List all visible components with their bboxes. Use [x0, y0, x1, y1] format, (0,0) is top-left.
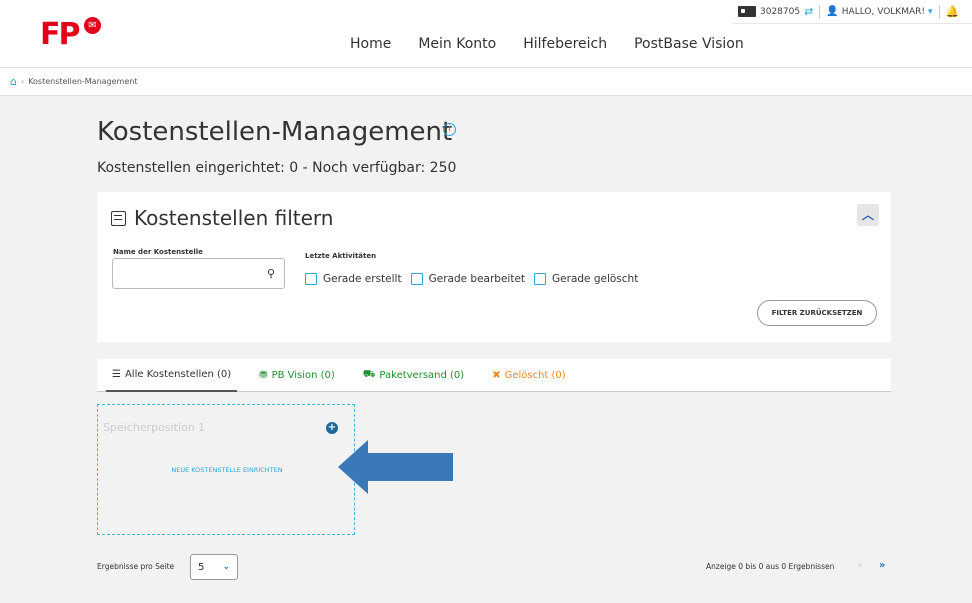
collapse-button[interactable]: ︿ [857, 204, 879, 226]
checkbox-gerade-bearbeitet[interactable] [410, 273, 423, 285]
previous-page-icon[interactable]: « [857, 560, 863, 571]
tab-alle-kostenstellen[interactable]: ☰ Alle Kostenstellen (0) [106, 359, 238, 392]
page-subtitle: Kostenstellen eingerichtet: 0 - Noch ver… [97, 160, 457, 176]
truck-icon: ⛟ [362, 368, 376, 380]
search-icon[interactable]: ⚲ [267, 267, 275, 280]
slot-title: Speicherposition 1 [103, 421, 206, 434]
page-title: Kostenstellen-Management [97, 117, 453, 147]
bell-icon[interactable]: 🔔 [946, 5, 960, 18]
checkbox-label[interactable]: Gerade erstellt [323, 273, 402, 285]
results-per-page-label: Ergebnisse pro Seite [97, 562, 175, 571]
info-icon[interactable]: i [443, 123, 456, 136]
tab-label: Alle Kostenstellen (0) [124, 368, 232, 380]
filter-title-text: Kostenstellen filtern [134, 206, 334, 230]
customer-id: 3028705 [760, 6, 801, 17]
checkbox-gerade-geloescht[interactable] [534, 273, 547, 285]
activities-label: Letzte Aktivitäten [305, 252, 377, 260]
storage-slot[interactable]: Speicherposition 1 + NEUE KOSTENSTELLE E… [97, 404, 355, 535]
tab-geloescht[interactable]: ✖ Gelöscht (0) [486, 359, 572, 392]
annotation-arrow-icon [338, 440, 453, 494]
next-page-icon[interactable]: » [879, 560, 885, 571]
breadcrumb: ⌂ › Kostenstellen-Management [0, 68, 972, 96]
activity-checkboxes: Gerade erstellt Gerade bearbeitet Gerade… [305, 273, 647, 285]
top-bar: 3028705 ⇄ 👤 HALLO, VOLKMAR! ▾ 🔔 [732, 0, 972, 24]
filter-settings-icon [111, 210, 126, 226]
tab-label: Gelöscht (0) [504, 369, 566, 381]
paging-info: Anzeige 0 bis 0 aus 0 Ergebnissen [706, 562, 835, 571]
header: FP ✉ 3028705 ⇄ 👤 HALLO, VOLKMAR! ▾ 🔔 Hom… [0, 0, 972, 68]
filter-card: Kostenstellen filtern ︿ Name der Kostens… [97, 192, 891, 342]
filter-title: Kostenstellen filtern [111, 206, 333, 230]
home-icon[interactable]: ⌂ [10, 75, 17, 88]
per-page-value: 5 [198, 561, 205, 573]
nav-hilfebereich[interactable]: Hilfebereich [523, 36, 607, 52]
breadcrumb-separator: › [20, 77, 25, 86]
tab-label: Paketversand (0) [379, 369, 465, 381]
tab-paketversand[interactable]: ⛟ Paketversand (0) [357, 359, 470, 392]
postage-machine-icon: ⛃ [259, 369, 268, 381]
swap-icon[interactable]: ⇄ [804, 5, 813, 18]
per-page-select[interactable]: 5 ⌄ [190, 554, 238, 580]
list-icon: ☰ [112, 368, 121, 380]
id-card-icon [738, 6, 756, 17]
mail-icon: ✉ [84, 17, 101, 34]
nav-home[interactable]: Home [350, 36, 391, 52]
name-search-input[interactable]: ⚲ [112, 258, 285, 289]
main-nav: Home Mein Konto Hilfebereich PostBase Vi… [350, 36, 744, 52]
add-circle-icon[interactable]: + [326, 422, 338, 434]
checkbox-label[interactable]: Gerade bearbeitet [429, 273, 525, 285]
divider [938, 4, 940, 19]
logo[interactable]: FP ✉ [40, 17, 115, 52]
nav-mein-konto[interactable]: Mein Konto [418, 36, 496, 52]
tab-bar: ☰ Alle Kostenstellen (0) ⛃ PB Vision (0)… [97, 359, 891, 392]
name-label: Name der Kostenstelle [113, 248, 203, 256]
tab-label: PB Vision (0) [271, 369, 335, 381]
logo-text: FP [40, 17, 81, 52]
tab-pb-vision[interactable]: ⛃ PB Vision (0) [253, 359, 341, 392]
new-cost-center-link[interactable]: NEUE KOSTENSTELLE EINRICHTEN [98, 466, 356, 474]
checkbox-gerade-erstellt[interactable] [305, 273, 317, 285]
user-icon: 👤 [826, 6, 839, 17]
chevron-down-icon[interactable]: ▾ [928, 7, 933, 17]
checkbox-label[interactable]: Gerade gelöscht [552, 273, 638, 285]
chevron-down-icon: ⌄ [222, 562, 230, 572]
user-greeting[interactable]: HALLO, VOLKMAR! [842, 7, 925, 17]
breadcrumb-current: Kostenstellen-Management [28, 77, 138, 86]
divider [819, 4, 821, 19]
delete-circle-icon: ✖ [492, 369, 501, 381]
reset-filter-button[interactable]: FILTER ZURÜCKSETZEN [757, 300, 877, 326]
nav-postbase-vision[interactable]: PostBase Vision [634, 36, 744, 52]
